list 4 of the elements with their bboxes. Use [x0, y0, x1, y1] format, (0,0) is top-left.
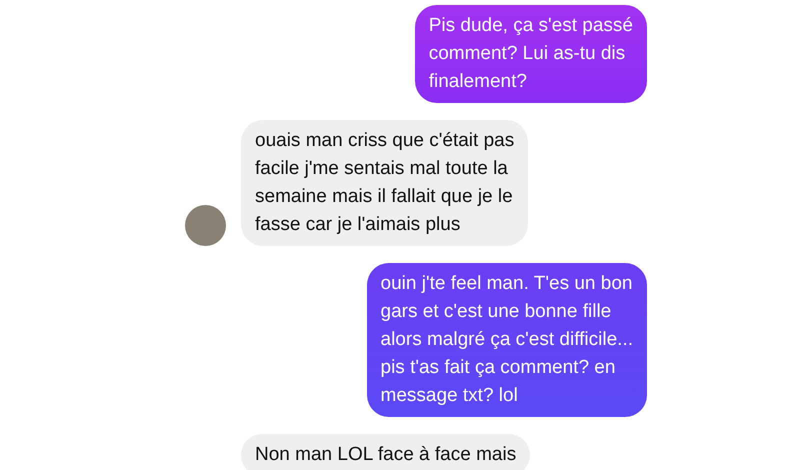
- sent-message-bubble: ouin j'te feel man. T'es un bon gars et c'est une bonne fille alors malgré ça c'est difficile... pis t'as fait ça comment? en message txt? lol: [366, 263, 647, 417]
- received-message-bubble: Non man LOL face à face mais: [241, 434, 530, 470]
- sent-message-bubble: Pis dude, ça s'est passé comment? Lui as-tu dis finalement?: [414, 5, 647, 103]
- received-message-bubble: ouais man criss que c'était pas facile j'me sentais mal toute la semaine mais il fallait que je le fasse car je l'aimais plus: [241, 120, 528, 246]
